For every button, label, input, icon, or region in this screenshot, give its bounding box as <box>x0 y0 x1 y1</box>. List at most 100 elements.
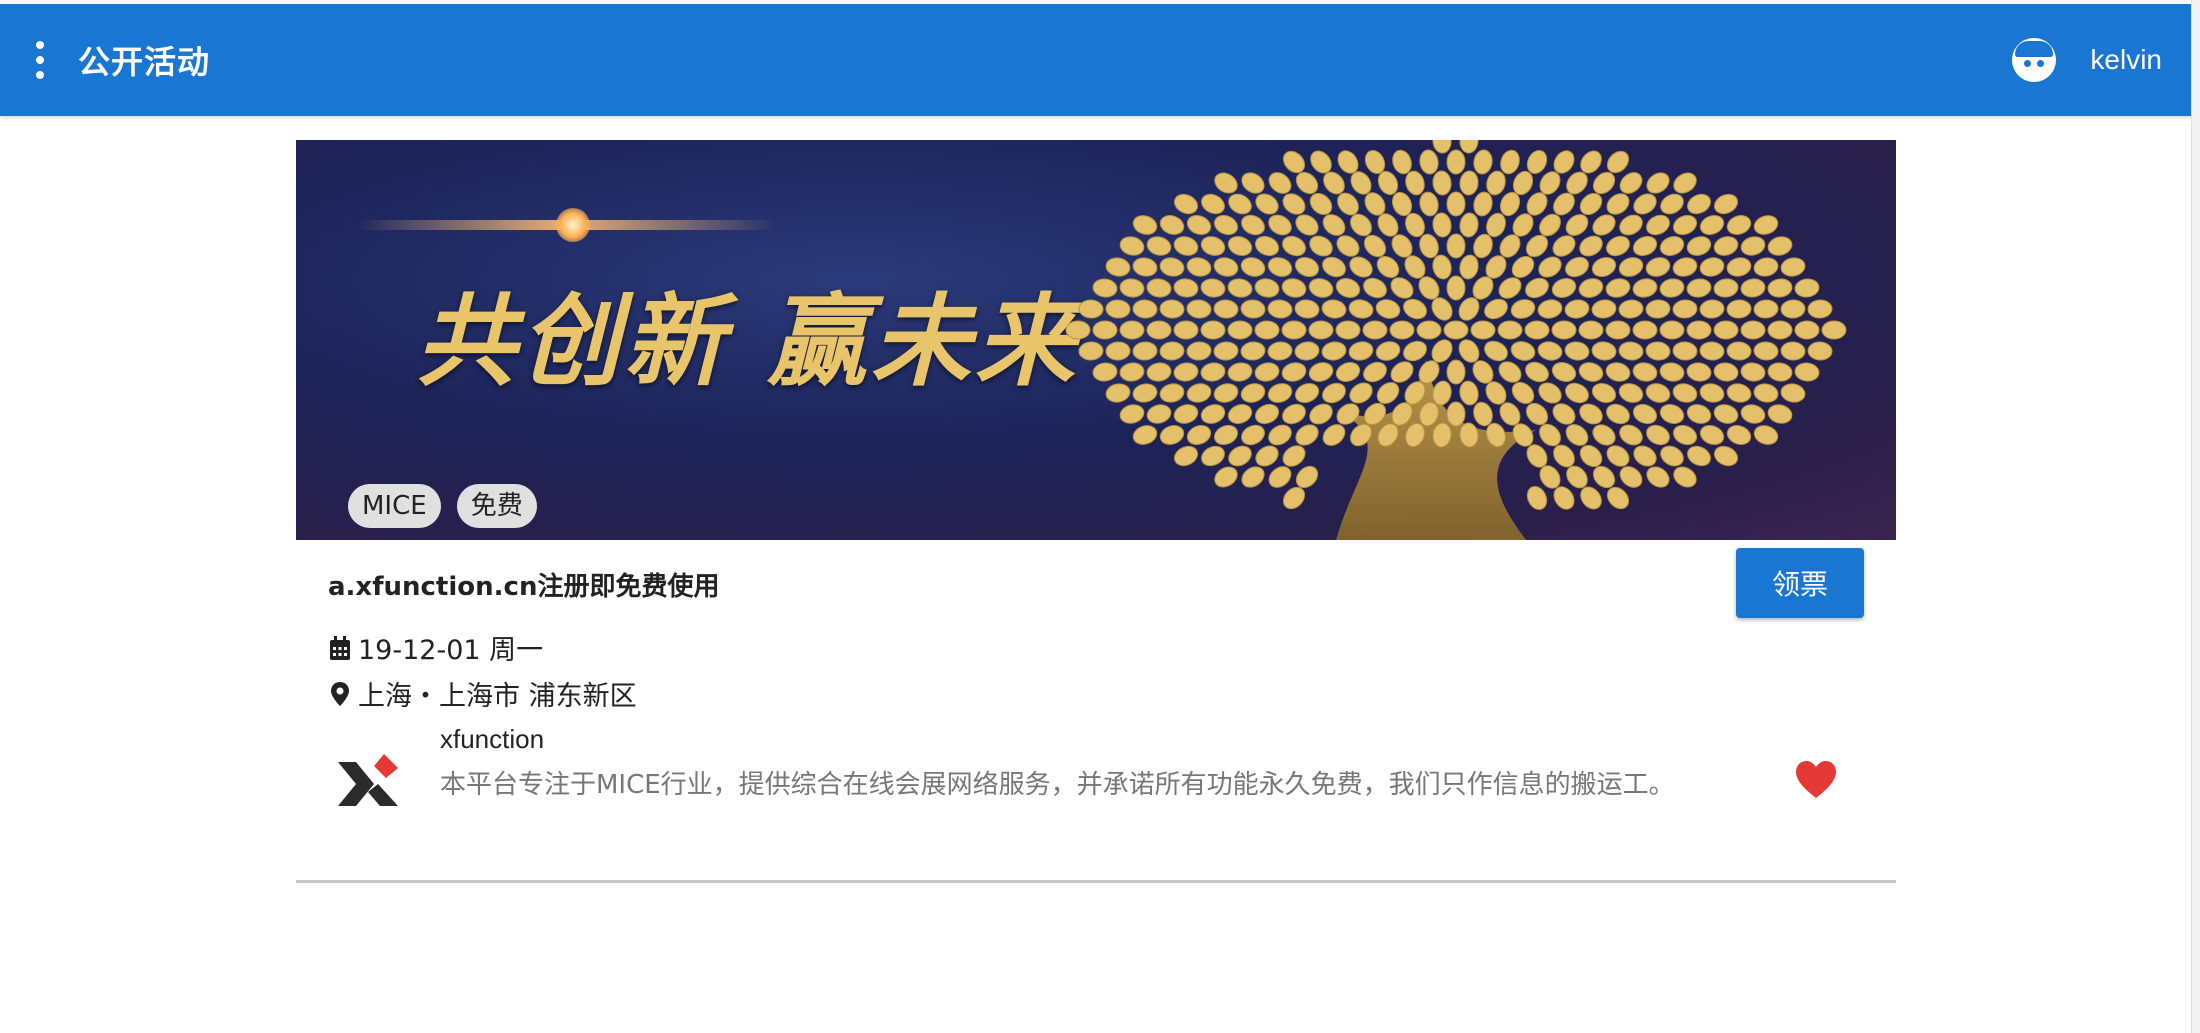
tree-leaf <box>1497 320 1523 340</box>
tree-leaf <box>1416 320 1442 340</box>
tree-leaf <box>1186 425 1212 445</box>
tree-leaf <box>1672 383 1698 403</box>
tree-leaf <box>1281 362 1307 382</box>
tree-leaf <box>1807 299 1833 319</box>
tree-leaf <box>1753 257 1779 277</box>
tree-leaf <box>1322 424 1346 446</box>
tree-leaf <box>1645 257 1671 277</box>
event-card[interactable]: 共创新 赢未来 MICE 免费 a.xfunction.cn注册即免费使用 领票 <box>296 140 1896 883</box>
tree-leaf <box>1605 278 1631 298</box>
tree-leaf <box>1672 341 1698 361</box>
tree-leaf <box>1105 383 1131 403</box>
tree-leaf <box>1267 257 1293 277</box>
tree-leaf <box>1132 425 1158 445</box>
tree-leaf <box>1446 149 1466 175</box>
tree-leaf <box>1186 383 1212 403</box>
tree-leaf <box>1173 362 1199 382</box>
tree-leaf <box>1173 193 1199 215</box>
tree-leaf <box>1227 278 1253 298</box>
tree-leaf <box>1335 362 1361 382</box>
event-banner-image[interactable]: 共创新 赢未来 MICE 免费 <box>296 140 1896 540</box>
tree-leaf <box>1659 278 1685 298</box>
tree-leaf <box>1119 278 1145 298</box>
tree-leaf <box>1579 403 1603 425</box>
app-bar: 公开活动 kelvin <box>0 4 2192 116</box>
tree-leaf <box>1403 298 1427 320</box>
tree-leaf <box>1537 299 1563 319</box>
event-title[interactable]: a.xfunction.cn注册即免费使用 <box>328 566 719 603</box>
tree-leaf <box>1282 445 1306 467</box>
tree-leaf <box>1446 275 1466 301</box>
tree-leaf <box>1432 170 1452 196</box>
tree-leaf <box>1186 257 1212 277</box>
more-vert-icon[interactable] <box>22 30 58 90</box>
tree-leaf <box>1186 215 1212 235</box>
tree-leaf <box>1282 235 1306 257</box>
tree-leaf <box>1591 256 1617 278</box>
tree-leaf <box>1241 214 1265 236</box>
tree-leaf <box>1645 299 1671 319</box>
tree-leaf <box>1254 362 1280 382</box>
heart-icon[interactable] <box>1794 760 1838 800</box>
tree-leaf <box>1419 191 1439 217</box>
tree-leaf <box>1713 362 1739 382</box>
tree-leaf <box>1794 362 1820 382</box>
organizer-name[interactable]: xfunction <box>440 724 544 755</box>
scrollbar[interactable] <box>2191 0 2200 1033</box>
tree-leaf <box>1565 256 1589 278</box>
tree-leaf <box>1459 170 1479 196</box>
tree-leaf <box>1699 299 1725 319</box>
tree-leaf <box>1403 340 1427 362</box>
tree-leaf <box>1686 236 1712 256</box>
tree-leaf <box>1459 380 1479 406</box>
event-date: 19-12-01 周一 <box>358 635 544 666</box>
tree-leaf <box>1200 404 1226 424</box>
tree-leaf <box>1363 361 1387 383</box>
tree-leaf <box>1459 212 1479 238</box>
event-location: 上海・上海市 浦东新区 <box>358 681 637 712</box>
tree-leaf <box>1807 341 1833 361</box>
username[interactable]: kelvin <box>2090 44 2162 76</box>
tree-leaf <box>1228 193 1252 215</box>
tree-leaf <box>1295 424 1319 446</box>
tree-leaf <box>1726 299 1752 319</box>
tree-leaf <box>1699 215 1725 235</box>
tree-leaf <box>1105 341 1131 361</box>
tree-leaf <box>1659 320 1685 340</box>
tree-leaf <box>1309 235 1333 257</box>
tree-leaf <box>1672 424 1698 446</box>
xfunction-logo-icon <box>338 754 398 806</box>
tree-leaf <box>1267 341 1293 361</box>
tree-leaf <box>1659 236 1685 256</box>
tree-leaf <box>1484 340 1508 362</box>
user-menu[interactable]: kelvin <box>2012 4 2162 116</box>
tree-leaf <box>1646 466 1670 488</box>
tree-leaf <box>1092 320 1118 340</box>
tree-leaf <box>1591 299 1617 319</box>
tree-leaf <box>1173 236 1199 256</box>
tree-leaf <box>1268 466 1292 488</box>
tree-leaf <box>1201 193 1225 215</box>
tree-leaf <box>1767 362 1793 382</box>
tree-leaf <box>1419 149 1439 175</box>
tree-leaf <box>1173 445 1199 467</box>
tree-leaf <box>1213 299 1239 319</box>
tree-leaf <box>1281 278 1307 298</box>
tree-leaf <box>1526 486 1548 510</box>
tree-leaf <box>1159 341 1185 361</box>
tree-leaf <box>1105 299 1131 319</box>
claim-ticket-button[interactable]: 领票 <box>1736 548 1864 618</box>
tree-leaf <box>1606 403 1630 425</box>
tree-leaf <box>1446 191 1466 217</box>
tree-leaf <box>1295 214 1319 236</box>
organizer-description: 本平台专注于MICE行业，提供综合在线会展网络服务，并承诺所有功能永久免费，我们… <box>440 770 1675 800</box>
tree-leaf <box>1632 278 1658 298</box>
tree-leaf <box>1740 236 1766 256</box>
tree-leaf <box>1713 236 1739 256</box>
tree-leaf <box>1646 424 1670 446</box>
tree-leaf <box>1578 278 1604 298</box>
tree-leaf <box>1349 256 1373 278</box>
user-avatar-icon[interactable] <box>2012 38 2057 82</box>
tree-leaf <box>1510 299 1536 319</box>
tree-leaf <box>1322 382 1346 404</box>
